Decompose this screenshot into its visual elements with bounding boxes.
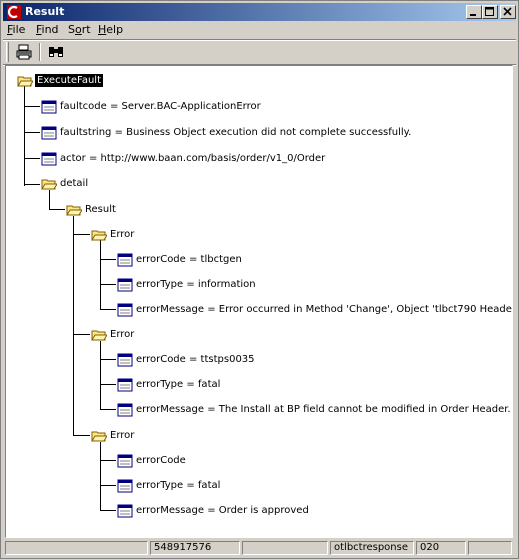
toolbar <box>3 40 516 64</box>
tree-node-label: errorCode = tlbctgen <box>136 254 242 265</box>
printer-icon <box>16 44 32 60</box>
open-folder-icon <box>17 76 33 87</box>
tree-node-label: detail <box>60 178 89 189</box>
status-bar: 548917576 otlbctresponse 020 <box>3 540 516 557</box>
menu-bar: File Find Sort Help <box>3 21 516 39</box>
open-folder-icon <box>91 431 107 442</box>
tree-line <box>100 485 116 486</box>
tree-node-label: ExecuteFault <box>35 74 103 87</box>
menu-find[interactable]: Find <box>36 23 59 36</box>
app-icon <box>7 5 21 19</box>
tree-node-label: errorType = fatal <box>136 379 221 390</box>
tree-line <box>100 359 116 360</box>
tree-line <box>100 309 116 310</box>
tree-node-label: Error <box>110 229 135 240</box>
tree-line <box>24 184 40 185</box>
toolbar-grip[interactable] <box>6 42 9 62</box>
tree-node-label: Error <box>110 430 135 441</box>
tree-node-label: errorMessage = Error occurred in Method … <box>136 304 513 315</box>
tree-node-label: faultcode = Server.BAC-ApplicationError <box>60 101 261 112</box>
tree-node-label: Error <box>110 329 135 340</box>
tree-line <box>49 209 65 210</box>
tree-line <box>100 384 116 385</box>
field-icon <box>117 403 133 417</box>
open-folder-icon <box>91 330 107 341</box>
field-icon <box>41 126 57 140</box>
status-pane-3 <box>242 541 328 555</box>
title-bar[interactable]: Result <box>3 3 516 21</box>
toolbar-separator <box>39 43 41 61</box>
tree-line <box>100 284 116 285</box>
find-button[interactable] <box>45 42 67 62</box>
tree-line <box>100 341 101 410</box>
tree-node-label: errorCode = ttstps0035 <box>136 354 255 365</box>
open-folder-icon <box>91 230 107 241</box>
minimize-button[interactable] <box>466 5 482 19</box>
tree-node-label: errorType = information <box>136 279 256 290</box>
tree-line <box>100 442 101 511</box>
close-button[interactable] <box>500 5 516 19</box>
field-icon <box>117 454 133 468</box>
status-pane-6 <box>468 541 512 555</box>
maximize-button[interactable] <box>482 5 498 19</box>
status-pane-2: 548917576 <box>150 541 240 555</box>
status-pane-1 <box>5 541 148 555</box>
tree-node-label: errorMessage = Order is approved <box>136 505 309 516</box>
field-icon <box>117 253 133 267</box>
field-icon <box>117 479 133 493</box>
maximize-icon <box>485 7 494 16</box>
status-pane-4: otlbctresponse <box>330 541 414 555</box>
tree-line <box>100 240 101 310</box>
open-folder-icon <box>66 205 82 216</box>
tree-node-label: actor = http://www.baan.com/basis/order/… <box>60 153 326 164</box>
minimize-icon <box>470 14 476 16</box>
print-button[interactable] <box>13 42 35 62</box>
field-icon <box>117 504 133 518</box>
tree-node-label: Result <box>85 204 116 215</box>
field-icon <box>117 353 133 367</box>
tree-line <box>24 84 25 186</box>
tree-line <box>73 435 90 436</box>
tree-line <box>100 510 116 511</box>
tree-node-label: errorMessage = The Install at BP field c… <box>136 404 511 415</box>
tree-line <box>49 190 50 210</box>
tree-line <box>73 334 90 335</box>
menu-sort[interactable]: Sort <box>68 23 91 36</box>
tree-node-label: errorCode <box>136 455 186 466</box>
window-title: Result <box>25 5 65 18</box>
tree-view[interactable]: ExecuteFault faultcode = Server.BAC-Appl… <box>5 65 513 538</box>
tree-line <box>24 106 40 107</box>
tree-line <box>73 216 74 435</box>
tree-line <box>100 409 116 410</box>
tree-line <box>100 259 116 260</box>
menu-help[interactable]: Help <box>98 23 123 36</box>
tree-line <box>100 460 116 461</box>
close-icon <box>503 7 512 16</box>
result-window: Result File Find Sort Help ExecuteFault … <box>0 0 519 559</box>
status-pane-5: 020 <box>416 541 466 555</box>
tree-line <box>24 158 40 159</box>
field-icon <box>117 303 133 317</box>
field-icon <box>117 378 133 392</box>
field-icon <box>117 278 133 292</box>
tree-line <box>24 132 40 133</box>
field-icon <box>41 152 57 166</box>
open-folder-icon <box>41 179 57 190</box>
field-icon <box>41 100 57 114</box>
tree-node-label: faultstring = Business Object execution … <box>60 127 412 138</box>
tree-line <box>73 234 90 235</box>
tree-node-label: errorType = fatal <box>136 480 221 491</box>
menu-file[interactable]: File <box>7 23 25 36</box>
binoculars-icon <box>49 47 63 57</box>
